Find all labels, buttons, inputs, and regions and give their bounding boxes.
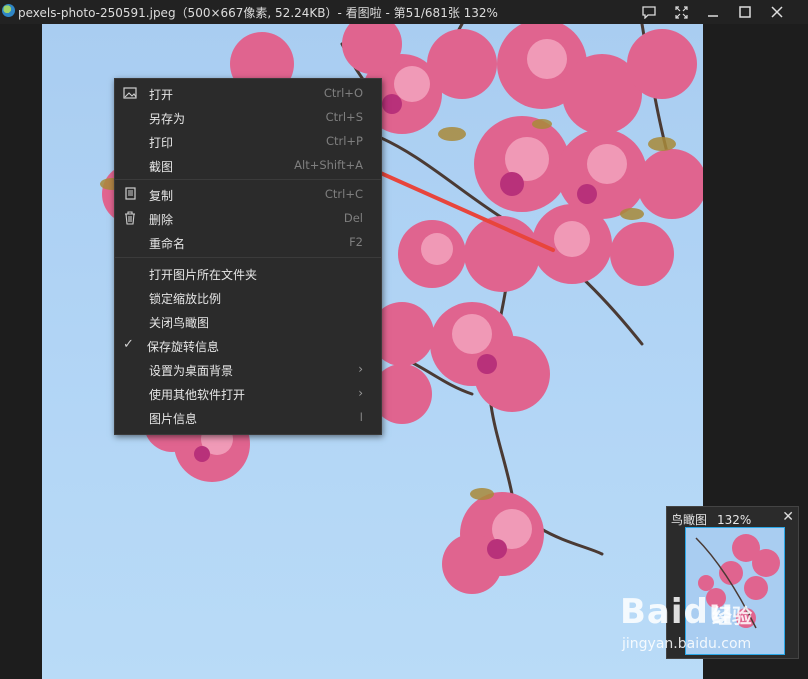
maximize-icon	[739, 6, 751, 18]
menu-label: 重命名	[149, 237, 186, 251]
fullscreen-icon	[674, 5, 688, 19]
copy-icon	[125, 187, 136, 200]
menu-label: 打印	[149, 136, 174, 150]
menu-label: 删除	[149, 213, 174, 227]
maximize-button[interactable]	[734, 2, 756, 22]
menu-item-close-birdseye[interactable]: 关闭鸟瞰图	[115, 310, 381, 333]
menu-item-rename[interactable]: 重命名 F2	[115, 231, 381, 254]
menu-separator	[115, 179, 381, 180]
menu-shortcut: Del	[343, 211, 363, 225]
menu-item-open-with[interactable]: 使用其他软件打开 ›	[115, 382, 381, 405]
menu-item-save-rotation[interactable]: ✓ 保存旋转信息	[115, 334, 381, 357]
watermark-sub: 经验	[712, 604, 752, 628]
comment-icon	[642, 5, 656, 19]
menu-item-image-info[interactable]: 图片信息 I	[115, 406, 381, 429]
close-icon	[771, 6, 783, 18]
menu-shortcut: Alt+Shift+A	[294, 158, 363, 172]
menu-item-print[interactable]: 打印 Ctrl+P	[115, 130, 381, 153]
fullscreen-button[interactable]	[670, 2, 692, 22]
menu-label: 保存旋转信息	[147, 340, 220, 354]
checkmark-icon: ✓	[123, 337, 134, 352]
menu-item-delete[interactable]: 删除 Del	[115, 207, 381, 230]
menu-label: 锁定缩放比例	[149, 292, 222, 306]
comment-button[interactable]	[638, 2, 660, 22]
menu-shortcut: I	[359, 410, 363, 424]
submenu-arrow-icon: ›	[358, 362, 363, 376]
image-icon	[123, 87, 137, 99]
menu-item-open-folder[interactable]: 打开图片所在文件夹	[115, 262, 381, 285]
birdseye-close-button[interactable]: ✕	[782, 509, 794, 525]
menu-label: 复制	[149, 189, 174, 203]
menu-shortcut: Ctrl+S	[325, 110, 363, 124]
menu-label: 另存为	[149, 112, 186, 126]
watermark-site: jingyan.baidu.com	[622, 636, 752, 652]
menu-label: 图片信息	[149, 412, 198, 426]
app-icon	[2, 4, 15, 17]
menu-item-save-as[interactable]: 另存为 Ctrl+S	[115, 106, 381, 129]
context-menu: 打开 Ctrl+O 另存为 Ctrl+S 打印 Ctrl+P 截图 Alt+Sh…	[114, 78, 382, 435]
menu-label: 设置为桌面背景	[149, 364, 234, 378]
minimize-icon	[708, 15, 718, 17]
menu-shortcut: Ctrl+O	[323, 86, 363, 100]
menu-item-set-wallpaper[interactable]: 设置为桌面背景 ›	[115, 358, 381, 381]
submenu-arrow-icon: ›	[358, 386, 363, 400]
trash-icon	[125, 211, 135, 225]
menu-item-lock-zoom[interactable]: 锁定缩放比例	[115, 286, 381, 309]
menu-label: 打开图片所在文件夹	[149, 268, 258, 282]
menu-item-copy[interactable]: 复制 Ctrl+C	[115, 183, 381, 206]
menu-label: 关闭鸟瞰图	[149, 316, 210, 330]
menu-separator	[115, 257, 381, 258]
minimize-button[interactable]	[702, 2, 724, 22]
menu-label: 打开	[149, 88, 174, 102]
window-title: pexels-photo-250591.jpeg（500×667像素, 52.2…	[18, 6, 498, 20]
menu-label: 使用其他软件打开	[149, 388, 246, 402]
menu-item-open[interactable]: 打开 Ctrl+O	[115, 82, 381, 105]
close-button[interactable]	[766, 2, 788, 22]
birdseye-title: 鸟瞰图	[671, 513, 708, 527]
menu-label: 截图	[149, 160, 174, 174]
menu-shortcut: F2	[349, 235, 363, 249]
birdseye-header: 鸟瞰图 132%	[671, 511, 751, 528]
menu-shortcut: Ctrl+C	[324, 187, 363, 201]
title-bar: pexels-photo-250591.jpeg（500×667像素, 52.2…	[0, 0, 808, 24]
birdseye-zoom: 132%	[717, 513, 752, 527]
menu-shortcut: Ctrl+P	[325, 134, 363, 148]
menu-item-screenshot[interactable]: 截图 Alt+Shift+A	[115, 154, 381, 177]
baidu-watermark: Baidu 经验 jingyan.baidu.com	[620, 590, 800, 660]
